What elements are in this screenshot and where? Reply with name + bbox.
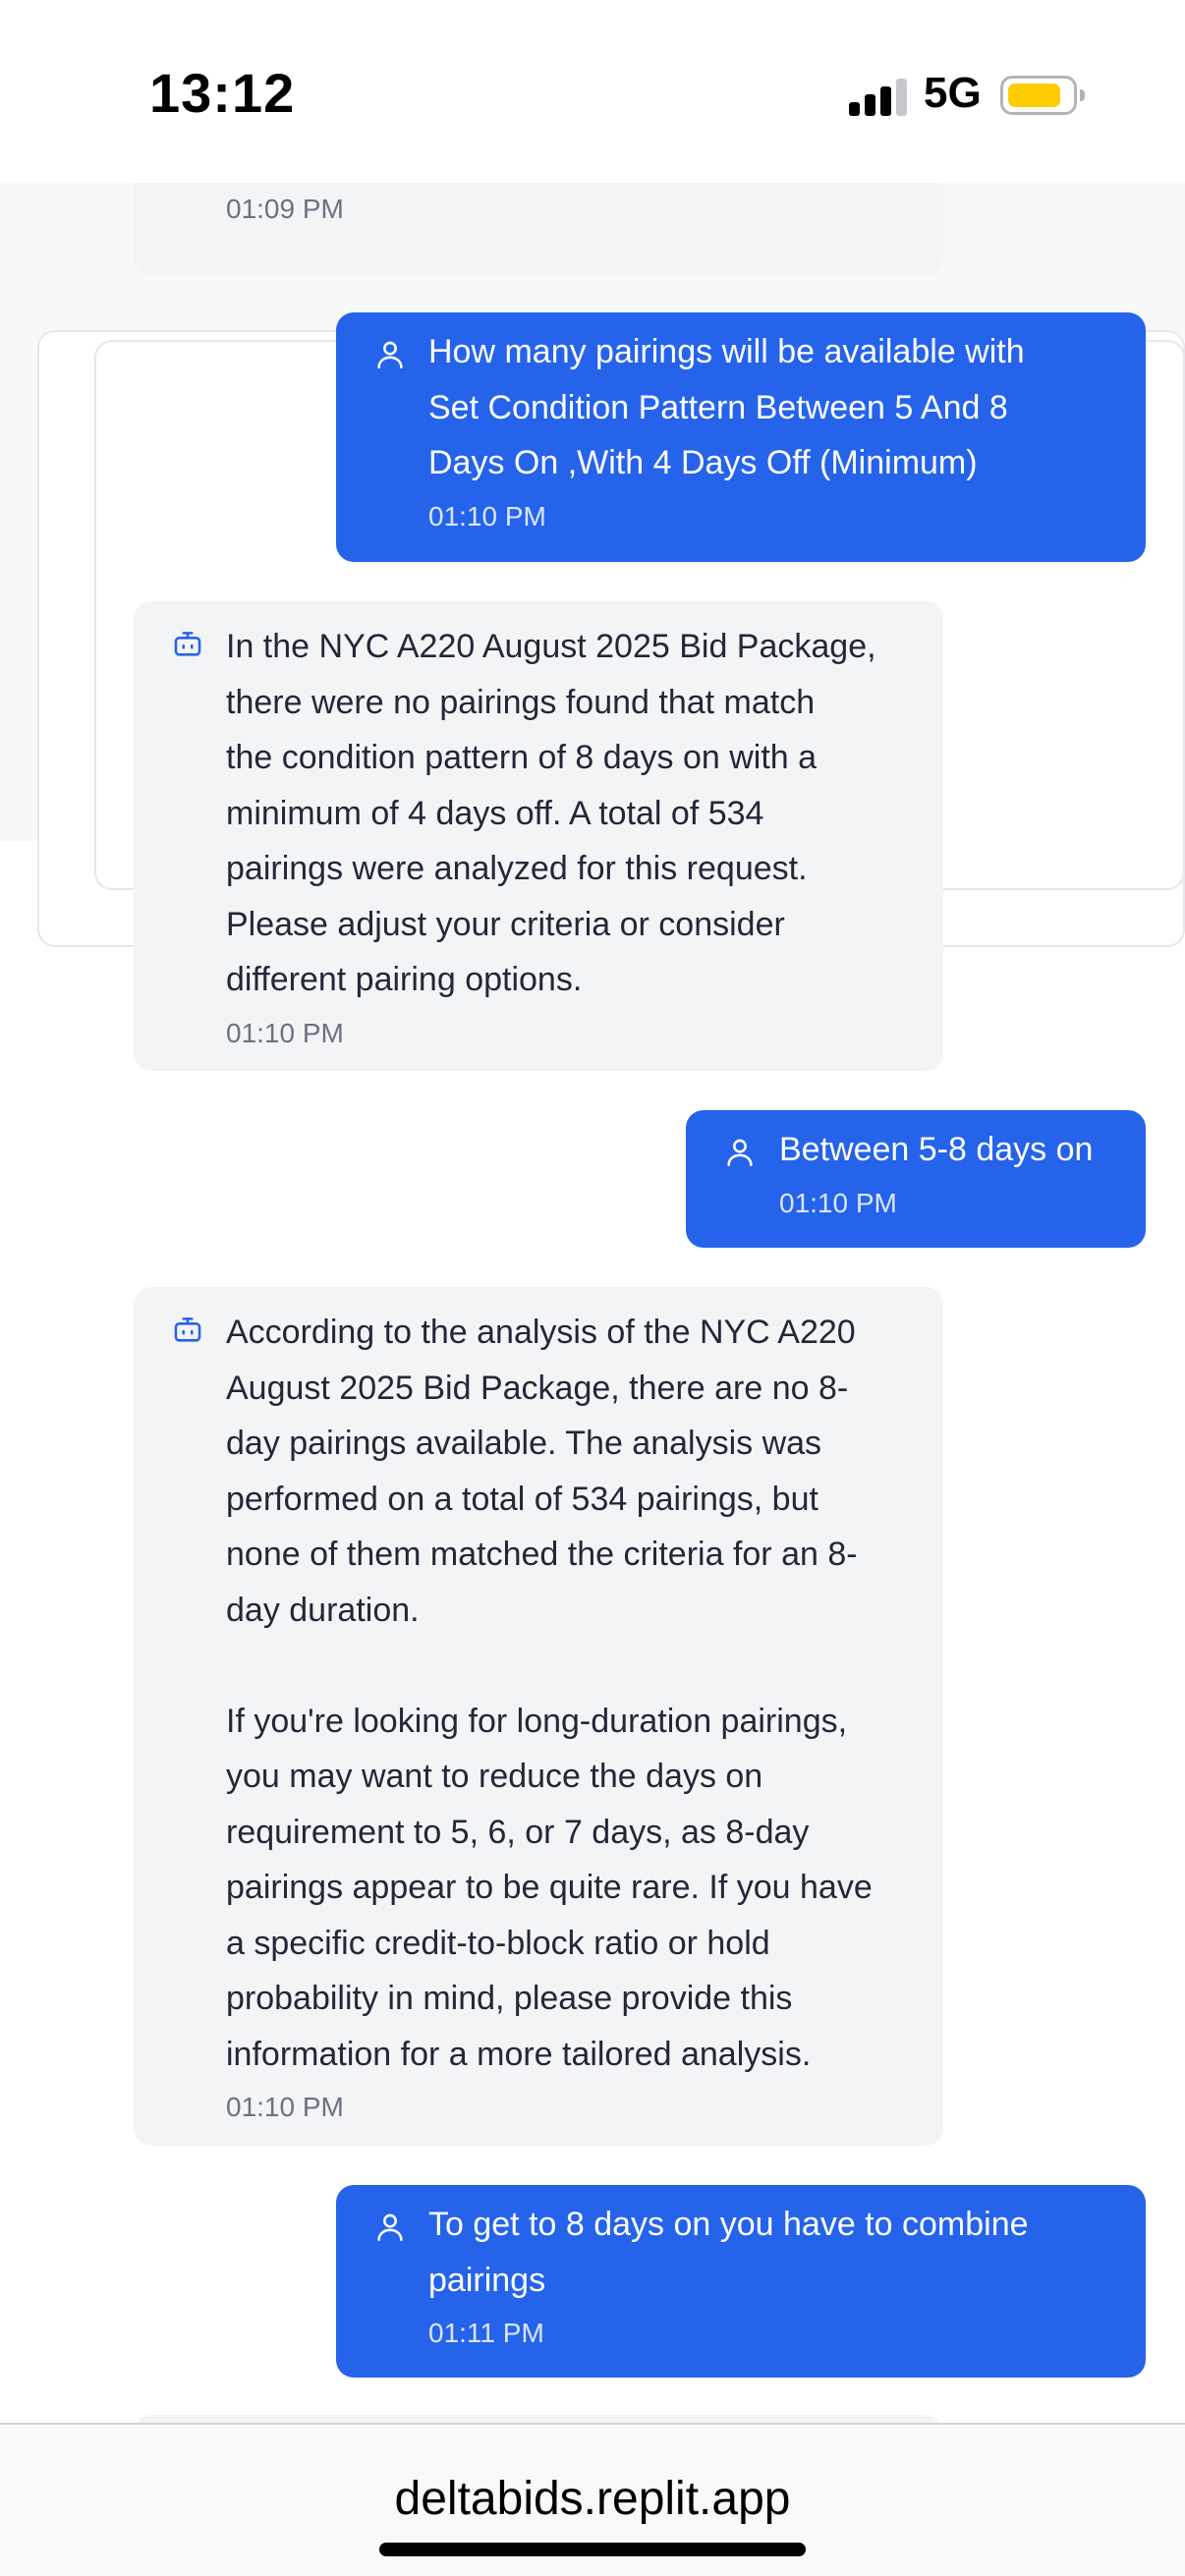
message-timestamp: 01:11 PM [428,2318,544,2348]
bot-icon [171,1313,204,1346]
bot-message: In the NYC A220 August 2025 Bid Package,… [134,601,943,1071]
status-time: 13:12 [149,62,296,124]
battery-icon [1000,76,1085,115]
bot-message: According to the analysis of the NYC A22… [134,1287,943,2146]
message-timestamp: 01:10 PM [428,500,546,532]
user-icon [373,2211,407,2244]
url-text[interactable]: deltabids.replit.app [0,2472,1185,2526]
battery-level [1008,84,1060,107]
user-icon [373,338,407,371]
bot-icon [171,627,204,660]
message-timestamp: 01:09 PM [226,193,344,224]
user-message: Between 5-8 days on 01:10 PM [686,1110,1146,1248]
message-timestamp: 01:10 PM [226,2092,344,2122]
message-timestamp: 01:10 PM [226,1017,344,1048]
message-text: In the NYC A220 August 2025 Bid Package,… [226,628,876,998]
user-message: How many pairings will be available with… [336,312,1146,562]
network-type: 5G [924,69,982,117]
message-timestamp: 01:10 PM [779,1187,897,1218]
status-bar: 13:12 5G [0,0,1185,183]
user-message: To get to 8 days on you have to combine … [336,2185,1146,2378]
cellular-signal-icon [849,79,908,116]
message-text: To get to 8 days on you have to combine … [428,2206,1029,2299]
user-icon [723,1136,757,1169]
message-text: Between 5-8 days on [779,1131,1094,1168]
message-text: According to the analysis of the NYC A22… [226,1314,873,2073]
home-indicator[interactable] [379,2543,806,2556]
message-text: How many pairings will be available with… [428,333,1025,481]
